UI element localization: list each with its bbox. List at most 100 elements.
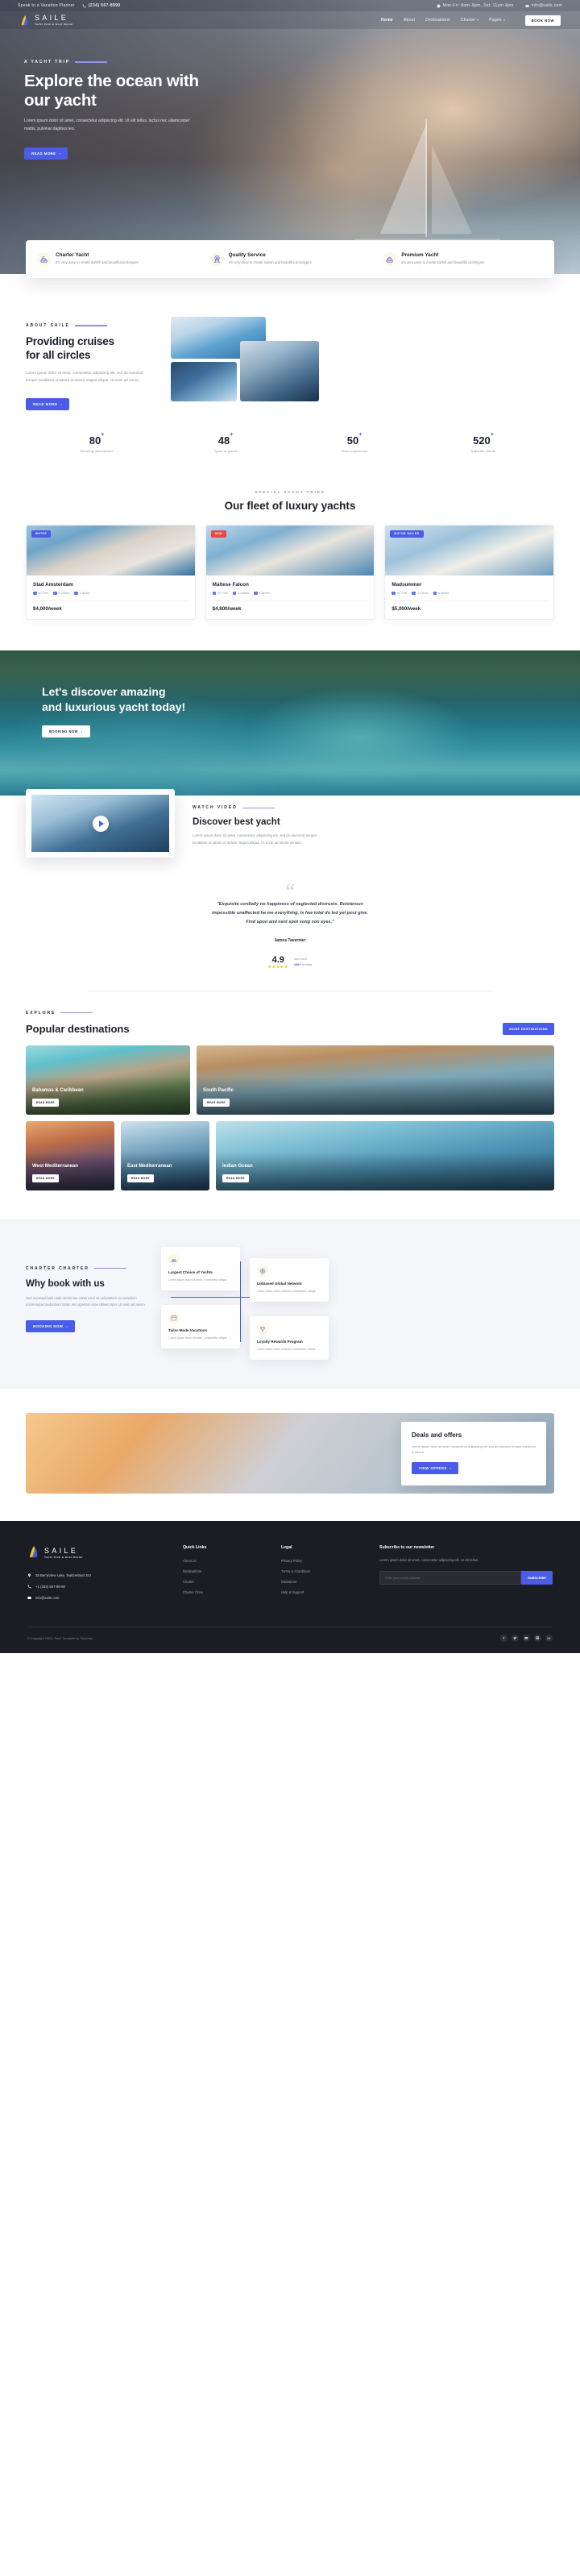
more-destinations-button[interactable]: MORE DESTINATIONS: [503, 1022, 554, 1035]
facebook-icon[interactable]: [500, 1634, 508, 1642]
spec-text: 4 Cabins: [238, 591, 250, 595]
linkedin-icon[interactable]: [545, 1634, 553, 1642]
yacht-card-madsummer[interactable]: MOTOR SAILER Madsummer 40' Feet 4 Cabins…: [384, 524, 555, 621]
destination-tile-indian-ocean[interactable]: Indian Ocean READ MORE: [216, 1120, 554, 1190]
destination-read-more-button[interactable]: READ MORE: [222, 1174, 249, 1182]
sail-logo-icon: [19, 15, 31, 26]
feature-card-charter-yacht[interactable]: Charter Yacht It's very easy to create s…: [32, 252, 202, 266]
feature-card-quality-service[interactable]: Quality Service It's very easy to create…: [205, 252, 375, 266]
instagram-icon[interactable]: [534, 1634, 541, 1642]
footer-link-terms[interactable]: Terms & Conditions: [281, 1569, 365, 1573]
hero-read-more-button[interactable]: READ MORE ›: [24, 147, 68, 160]
newsletter-email-input[interactable]: [379, 1570, 522, 1585]
nav-label: Destinations: [425, 18, 450, 23]
yacht-badge: NEW: [210, 530, 226, 538]
play-icon[interactable]: [92, 815, 109, 832]
footer-link-help-support[interactable]: Help & Support: [281, 1590, 365, 1594]
yacht-period: /week: [48, 606, 62, 613]
social-links: [500, 1634, 553, 1642]
banner-booking-button[interactable]: BOOKING NOW ›: [42, 725, 90, 737]
topbar-phone[interactable]: (234) 567-8990: [82, 3, 121, 8]
why-card-tailor-made[interactable]: Tailor-Made Vacations Lorem ipsum dolor …: [161, 1304, 240, 1349]
why-card-loyalty-rewards[interactable]: Loyalty Rewards Program Lorem ipsum dolo…: [250, 1315, 329, 1361]
deals-card: Deals and offers Lorem ipsum dolor sit a…: [401, 1421, 546, 1485]
footer-link-privacy-policy[interactable]: Privacy Policy: [281, 1559, 365, 1563]
about-photo-captain: [171, 362, 237, 401]
destination-tile-east-mediterranean[interactable]: East Mediterranean READ MORE: [121, 1120, 209, 1190]
view-offers-button[interactable]: VIEW OFFERS ›: [412, 1461, 459, 1474]
spec-text: 40' Feet: [218, 591, 228, 595]
arrow-right-icon: ›: [450, 1465, 452, 1470]
arrow-right-icon: ›: [81, 729, 83, 733]
footer-link-disclaimer[interactable]: Disclaimer: [281, 1580, 365, 1584]
copyright-text: © Copyright 2022 | Saile Template by Tok…: [27, 1635, 93, 1640]
arrow-right-icon: ›: [66, 1324, 68, 1329]
footer-link-about-us[interactable]: About us: [183, 1559, 267, 1563]
why-card-unbiased-network[interactable]: Unbiased Global Network Lorem ipsum dolo…: [250, 1257, 329, 1303]
ruler-icon: [33, 591, 37, 596]
yacht-period: /week: [227, 606, 242, 613]
stat-number: 48: [218, 434, 230, 447]
yacht-spec-cabins: 4 Cabins: [232, 591, 250, 596]
hero-title-line2: our yacht: [24, 91, 97, 110]
destination-tile-south-pacific[interactable]: South Pacific READ MORE: [197, 1045, 554, 1115]
destination-name: East Mediterranean: [127, 1163, 172, 1169]
destination-read-more-button[interactable]: READ MORE: [32, 1174, 59, 1182]
nav-label: About: [403, 18, 416, 23]
rating-count: 290+: [293, 962, 301, 966]
hero-title-line1: Explore the ocean with: [24, 72, 199, 90]
nav-item-charter[interactable]: Charter: [461, 18, 479, 23]
youtube-icon[interactable]: [523, 1634, 530, 1642]
footer-phone[interactable]: +1 (234) 567-89-90: [27, 1585, 168, 1589]
destination-tile-bahamas-caribbean[interactable]: Bahamas & Caribbean READ MORE: [26, 1045, 190, 1115]
yacht-name: Madsummer: [392, 581, 422, 588]
video-thumbnail[interactable]: [26, 789, 175, 858]
feature-title: Premium Yacht: [401, 252, 439, 258]
nav-item-about[interactable]: About: [404, 18, 415, 23]
eyebrow-rule: [93, 1267, 126, 1269]
yacht-card-maltese-falcon[interactable]: NEW Maltese Falcon 40' Feet 4 Cabins 6 B…: [205, 524, 375, 621]
footer-email[interactable]: info@saile.com: [27, 1596, 168, 1601]
nav-item-home[interactable]: Home: [381, 18, 393, 23]
why-booking-button[interactable]: BOOKING NOW ›: [26, 1320, 76, 1333]
footer-logo[interactable]: SAILE Yacht Club & Boat Rental: [27, 1545, 168, 1562]
yacht-card-stad-amsterdam[interactable]: WATER Stad Amsterdam 40' Feet 4 Cabins 6…: [26, 524, 196, 621]
site-logo[interactable]: SAILE Yacht Club & Boat Rental: [19, 15, 73, 26]
footer-link-destinations[interactable]: Destinations: [183, 1569, 267, 1573]
nav-item-destinations[interactable]: Destinations: [425, 18, 450, 23]
footer-legal: Legal Privacy Policy Terms & Conditions …: [281, 1545, 365, 1607]
about-read-more-button[interactable]: READ MORE ›: [26, 397, 70, 410]
about-gallery: [171, 317, 554, 401]
destination-tile-west-mediterranean[interactable]: West Mediterranean READ MORE: [26, 1120, 114, 1190]
destination-read-more-button[interactable]: READ MORE: [127, 1174, 154, 1182]
why-card-largest-choice[interactable]: Largest Choice of Yachts Lorem ipsum dol…: [161, 1246, 240, 1291]
twitter-icon[interactable]: [512, 1634, 519, 1642]
topbar-email[interactable]: info@saile.com: [525, 3, 562, 8]
nav-item-pages[interactable]: Pages: [489, 18, 505, 23]
footer-link-charter[interactable]: Charter: [183, 1580, 267, 1584]
book-now-button[interactable]: BOOK NOW: [524, 15, 561, 26]
destination-read-more-button[interactable]: READ MORE: [32, 1098, 59, 1107]
footer-legal-title: Legal: [281, 1544, 292, 1550]
banner-title-line1: Let's discover amazing: [42, 685, 166, 699]
yacht-spec-cabins: 4 Cabins: [53, 591, 69, 596]
anchor-icon: [433, 591, 437, 596]
rating-word: reviews: [301, 962, 313, 966]
nav-label: Home: [381, 18, 393, 23]
feature-card-premium-yacht[interactable]: Premium Yacht It's very easy to create s…: [378, 252, 548, 266]
footer-link-charter-crew[interactable]: Charter Crew: [183, 1590, 267, 1594]
logo-tagline: Yacht Club & Boat Rental: [35, 22, 73, 26]
bed-icon: [412, 591, 416, 596]
why-card-title: Tailor-Made Vacations: [168, 1327, 208, 1332]
mail-icon: [27, 1596, 31, 1601]
destination-read-more-button[interactable]: READ MORE: [203, 1098, 230, 1107]
hero-section: Speak to a Vacation Planner (234) 567-89…: [0, 0, 580, 274]
about-title-line1: Providing cruises: [26, 335, 114, 347]
stat-sup: +: [490, 432, 494, 438]
why-card-text: Lorem ipsum dolor sit amet, consectetur …: [168, 1336, 228, 1340]
bed-icon: [53, 591, 57, 596]
trophy-icon: [257, 1323, 268, 1335]
subscribe-button[interactable]: SUBSCRIBE: [521, 1570, 553, 1585]
why-card-title: Loyalty Rewards Program: [257, 1339, 303, 1344]
destinations-kicker: EXPLORE: [26, 1010, 56, 1016]
